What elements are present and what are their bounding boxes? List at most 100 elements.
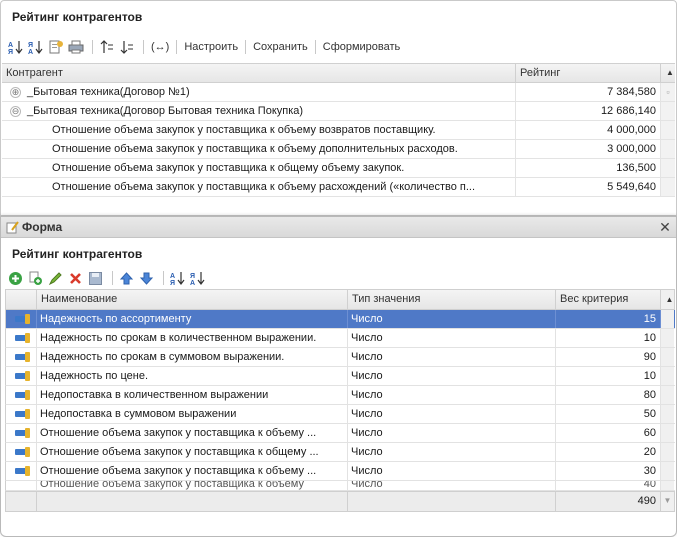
save-icon[interactable] bbox=[87, 270, 104, 287]
table-row[interactable]: Надежность по цене. Число 10 bbox=[5, 367, 675, 386]
row-name: _Бытовая техника(Договор №1) bbox=[27, 86, 190, 98]
row-value: 136,500 bbox=[516, 159, 661, 177]
scrollbar[interactable] bbox=[661, 481, 674, 490]
row-type: Число bbox=[348, 348, 556, 366]
row-value: 5 549,640 bbox=[516, 178, 661, 196]
range-button[interactable]: (↔) bbox=[149, 41, 171, 53]
row-value: 7 384,580 bbox=[516, 83, 661, 101]
row-name: Надежность по цене. bbox=[37, 367, 348, 385]
table-row[interactable]: ⊕ _Бытовая техника(Договор №1) 7 384,580 … bbox=[2, 83, 675, 102]
row-name: Отношение объема закупок у поставщика к … bbox=[37, 443, 348, 461]
scrollbar[interactable] bbox=[661, 159, 675, 177]
scrollbar[interactable] bbox=[661, 348, 674, 366]
row-weight[interactable]: 80 bbox=[556, 386, 661, 404]
column-header-weight[interactable]: Вес критерия bbox=[556, 290, 661, 309]
row-name: Отношение объема закупок у поставщика к … bbox=[2, 121, 516, 139]
sort-desc-icon[interactable]: ЯА bbox=[27, 39, 44, 56]
toolbar-separator bbox=[314, 40, 316, 54]
table-row[interactable]: Надежность по ассортименту Число 15 bbox=[5, 310, 675, 329]
column-header-rating[interactable]: Рейтинг bbox=[516, 64, 661, 82]
add-icon[interactable] bbox=[7, 270, 24, 287]
table-row[interactable]: ⊖ _Бытовая техника(Договор Бытовая техник… bbox=[2, 102, 675, 121]
row-type: Число bbox=[348, 367, 556, 385]
row-name: Надежность по срокам в количественном вы… bbox=[37, 329, 348, 347]
svg-text:А: А bbox=[8, 42, 13, 49]
sort-asc-icon[interactable]: АЯ bbox=[169, 270, 186, 287]
attribute-icon bbox=[6, 462, 37, 480]
table-row[interactable]: Отношение объема закупок у поставщика к … bbox=[2, 159, 675, 178]
table-row[interactable]: Надежность по срокам в суммовом выражени… bbox=[5, 348, 675, 367]
scrollbar[interactable] bbox=[661, 121, 675, 139]
row-weight[interactable]: 20 bbox=[556, 443, 661, 461]
criteria-table: Наименование Тип значения Вес критерия ▲… bbox=[5, 289, 675, 512]
attribute-icon bbox=[6, 367, 37, 385]
scrollbar[interactable] bbox=[661, 329, 674, 347]
table-row[interactable]: Надежность по срокам в количественном вы… bbox=[5, 329, 675, 348]
row-name: Недопоставка в суммовом выражении bbox=[37, 405, 348, 423]
column-header-type[interactable]: Тип значения bbox=[348, 290, 556, 309]
sort-asc-icon[interactable]: АЯ bbox=[7, 39, 24, 56]
row-weight[interactable]: 50 bbox=[556, 405, 661, 423]
svg-text:Я: Я bbox=[28, 42, 33, 49]
save-button[interactable]: Сохранить bbox=[251, 41, 310, 53]
move-down-icon[interactable] bbox=[118, 39, 135, 56]
move-up-icon[interactable] bbox=[98, 39, 115, 56]
copy-icon[interactable] bbox=[27, 270, 44, 287]
table-row[interactable]: Отношение объема закупок у поставщика к … bbox=[5, 443, 675, 462]
table-row[interactable]: Отношение объема закупок у поставщика к … bbox=[2, 140, 675, 159]
find-icon[interactable] bbox=[47, 39, 64, 56]
expand-icon[interactable]: ⊕ bbox=[10, 86, 21, 98]
table-row[interactable]: Отношение объема закупок у поставщика к … bbox=[2, 121, 675, 140]
scrollbar[interactable] bbox=[661, 178, 675, 196]
scrollbar[interactable] bbox=[661, 424, 674, 442]
edit-icon[interactable] bbox=[47, 270, 64, 287]
scrollbar[interactable] bbox=[661, 367, 674, 385]
scrollbar[interactable] bbox=[661, 102, 675, 120]
row-value: 12 686,140 bbox=[516, 102, 661, 120]
table-row[interactable]: Отношение объема закупок у поставщика к … bbox=[2, 178, 675, 197]
scrollbar[interactable] bbox=[661, 405, 674, 423]
row-weight[interactable]: 10 bbox=[556, 367, 661, 385]
collapse-icon[interactable]: ⊖ bbox=[10, 105, 21, 117]
table-row[interactable]: Отношение объема закупок у поставщика к … bbox=[5, 424, 675, 443]
arrow-down-icon[interactable] bbox=[138, 270, 155, 287]
print-icon[interactable] bbox=[67, 39, 84, 56]
generate-button[interactable]: Сформировать bbox=[321, 41, 403, 53]
table-row[interactable]: Отношение объема закупок у поставщика к … bbox=[5, 481, 675, 491]
svg-text:А: А bbox=[170, 273, 175, 280]
row-weight[interactable]: 10 bbox=[556, 329, 661, 347]
scroll-up-arrow[interactable]: ▲ bbox=[661, 64, 675, 82]
row-weight[interactable]: 40 bbox=[556, 481, 661, 490]
scrollbar[interactable] bbox=[661, 443, 674, 461]
arrow-up-icon[interactable] bbox=[118, 270, 135, 287]
row-weight[interactable]: 30 bbox=[556, 462, 661, 480]
scrollbar[interactable] bbox=[661, 386, 674, 404]
row-name: Отношение объема закупок у поставщика к … bbox=[37, 481, 348, 490]
column-header-name[interactable]: Наименование bbox=[37, 290, 348, 309]
table-row[interactable]: Недопоставка в количественном выражении … bbox=[5, 386, 675, 405]
row-name: Отношение объема закупок у поставщика к … bbox=[37, 462, 348, 480]
row-name: Надежность по срокам в суммовом выражени… bbox=[37, 348, 348, 366]
scrollbar[interactable]: ▫ bbox=[661, 83, 675, 101]
row-weight[interactable]: 15 bbox=[556, 310, 661, 328]
row-type: Число bbox=[348, 481, 556, 490]
table-row[interactable]: Недопоставка в суммовом выражении Число … bbox=[5, 405, 675, 424]
row-name: Надежность по ассортименту bbox=[37, 310, 348, 328]
row-weight[interactable]: 60 bbox=[556, 424, 661, 442]
column-header-contractor[interactable]: Контрагент bbox=[2, 64, 516, 82]
scroll-up-arrow[interactable]: ▲ bbox=[661, 290, 674, 309]
row-value: 3 000,000 bbox=[516, 140, 661, 158]
form-caption-bar[interactable]: Форма ✕ bbox=[1, 217, 676, 238]
toolbar-separator bbox=[163, 271, 164, 285]
close-icon[interactable]: ✕ bbox=[658, 219, 672, 235]
delete-icon[interactable] bbox=[67, 270, 84, 287]
table-row[interactable]: Отношение объема закупок у поставщика к … bbox=[5, 462, 675, 481]
row-weight[interactable]: 90 bbox=[556, 348, 661, 366]
sort-desc-icon[interactable]: ЯА bbox=[189, 270, 206, 287]
scrollbar[interactable] bbox=[661, 140, 675, 158]
svg-text:А: А bbox=[28, 49, 33, 55]
scrollbar[interactable] bbox=[661, 310, 674, 328]
scroll-down-arrow[interactable]: ▼ bbox=[661, 492, 674, 511]
configure-button[interactable]: Настроить bbox=[182, 41, 240, 53]
scrollbar[interactable] bbox=[661, 462, 674, 480]
